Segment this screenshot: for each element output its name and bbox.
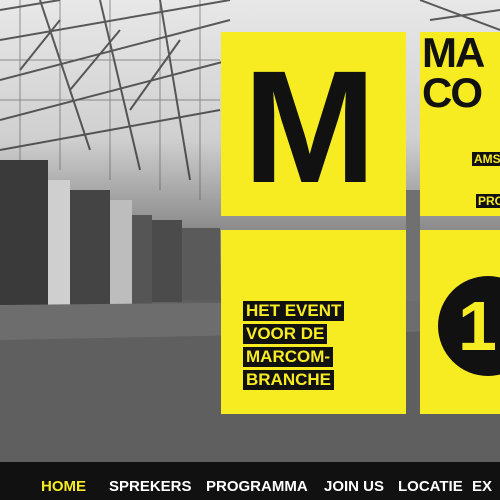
nav-item-join-us[interactable]: JOIN US bbox=[324, 478, 384, 496]
main-navigation: HOME SPREKERS PROGRAMMA JOIN US LOCATIE … bbox=[0, 462, 500, 500]
tagline-line-3: MARCOM- bbox=[243, 347, 334, 367]
nav-item-locatie[interactable]: LOCATIE bbox=[398, 478, 463, 496]
highlight-text-3: PRO bbox=[476, 194, 500, 208]
event-tagline-tile: HET EVENT VOOR DE MARCOM- BRANCHE bbox=[221, 230, 406, 414]
nav-item-ex[interactable]: EX bbox=[472, 478, 492, 496]
tagline-line-2: VOOR DE bbox=[243, 324, 328, 344]
nav-item-home[interactable]: HOME bbox=[41, 478, 86, 496]
logo-title-tile: MA CO AMS I PRO bbox=[420, 32, 500, 216]
logo-line-1: MA bbox=[422, 32, 485, 76]
highlight-text-1: AMS bbox=[472, 152, 500, 166]
event-date-tile: 1 bbox=[420, 230, 500, 414]
logo-letter: M bbox=[243, 37, 376, 216]
logo-tile-m: M bbox=[221, 32, 406, 216]
tagline-line-4: BRANCHE bbox=[243, 370, 334, 390]
date-number: 1 bbox=[458, 287, 497, 365]
logo-line-2: CO bbox=[422, 69, 483, 116]
nav-item-programma[interactable]: PROGRAMMA bbox=[206, 478, 308, 496]
tagline-line-1: HET EVENT bbox=[243, 301, 345, 321]
nav-item-sprekers[interactable]: SPREKERS bbox=[109, 478, 192, 496]
hero-banner: M MA CO AMS I PRO HET EVENT VOOR DE MARC… bbox=[0, 0, 500, 462]
logo-wordmark: MA CO bbox=[422, 32, 485, 116]
